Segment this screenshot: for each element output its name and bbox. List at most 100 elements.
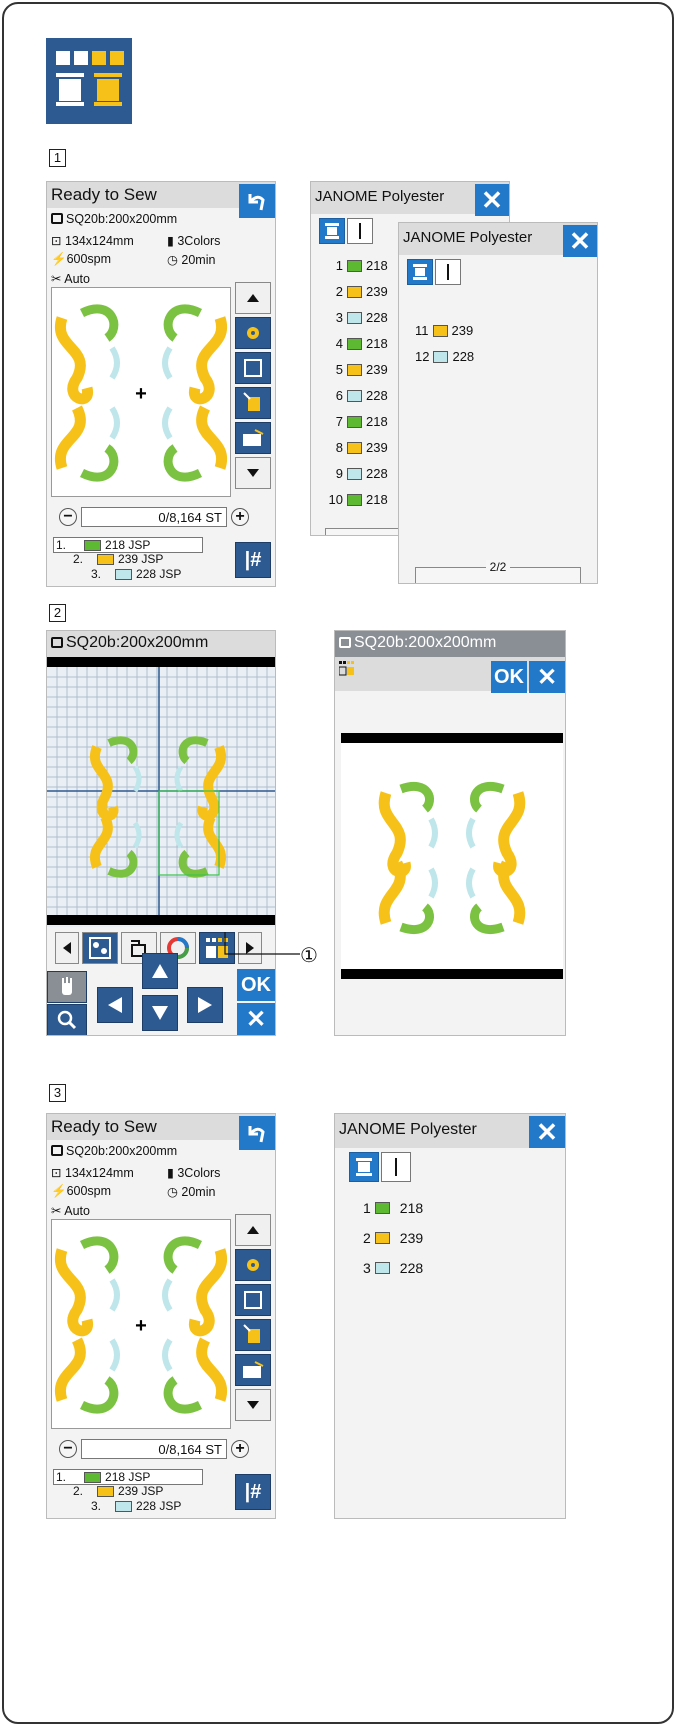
- group-button[interactable]: [82, 932, 118, 964]
- cut-mode: Auto: [64, 1204, 90, 1218]
- tab-thread[interactable]: [319, 218, 345, 244]
- thread-info-button[interactable]: [235, 387, 271, 419]
- color-list-item[interactable]: 2. 239 JSP: [73, 1484, 163, 1498]
- center-cross: +: [135, 1315, 147, 1337]
- stitch-count: 0/8,164 ST: [81, 1439, 227, 1459]
- color-swatch: [374, 1232, 390, 1244]
- thread-row: 3 228: [363, 1260, 424, 1276]
- ready-to-sew-screen-2: Ready to Sew SQ20b:200x200mm ⊡ 134x124mm…: [46, 1113, 276, 1519]
- star-flower-icon: [247, 1259, 259, 1271]
- spool-icon: [356, 1158, 372, 1176]
- trace-button[interactable]: [235, 1249, 271, 1281]
- design-size: 134x124mm: [64, 234, 134, 248]
- hand-button[interactable]: [47, 971, 87, 1003]
- minus-button[interactable]: −: [59, 1440, 77, 1458]
- thread-row: 9 228: [335, 466, 388, 481]
- scissors-icon: ✂: [51, 1204, 65, 1218]
- edit-screen: SQ20b:200x200mm OK ✕: [46, 630, 276, 1036]
- prev-page-button[interactable]: [55, 932, 79, 964]
- minus-button[interactable]: −: [59, 508, 77, 526]
- back-button[interactable]: [239, 1116, 275, 1150]
- envelope-arrow-icon: [243, 1361, 264, 1378]
- color-swatch: [347, 311, 362, 324]
- ok-button[interactable]: OK: [237, 969, 275, 1001]
- needle-icon: [447, 264, 449, 280]
- move-up-button[interactable]: [142, 953, 178, 989]
- triangle-down-icon: [247, 1401, 259, 1409]
- color-list-item[interactable]: 2. 239 JSP: [73, 552, 163, 566]
- color-list[interactable]: 1. 218 JSP 2. 239 JSP 3. 228 JSP: [51, 535, 211, 585]
- star-flower-icon: [247, 327, 259, 339]
- move-left-button[interactable]: [97, 987, 133, 1023]
- scroll-down-button[interactable]: [235, 1389, 271, 1421]
- color-grouping-icon: [46, 38, 132, 124]
- frame-corners-icon: [244, 1291, 262, 1309]
- plus-button[interactable]: +: [231, 1440, 249, 1458]
- plus-button[interactable]: +: [231, 508, 249, 526]
- color-list-item[interactable]: 3. 228 JSP: [91, 567, 181, 581]
- color-swatch: [97, 1485, 115, 1497]
- move-right-button[interactable]: [187, 987, 223, 1023]
- tab-needle[interactable]: [435, 259, 461, 285]
- scroll-up-button[interactable]: [235, 282, 271, 314]
- color-swatch: [347, 285, 362, 298]
- tab-thread[interactable]: [407, 259, 433, 285]
- scroll-down-button[interactable]: [235, 457, 271, 489]
- cut-mode: Auto: [64, 272, 90, 286]
- color-list-item[interactable]: 1. 218 JSP: [53, 1469, 203, 1485]
- stitch-jump-button[interactable]: |#: [235, 1474, 271, 1510]
- hoop-icon: [51, 1145, 63, 1156]
- cancel-button[interactable]: ✕: [237, 1003, 275, 1035]
- stitch-jump-button[interactable]: |#: [235, 542, 271, 578]
- arrow-right-icon: [198, 997, 212, 1013]
- color-list[interactable]: 1. 218 JSP 2. 239 JSP 3. 228 JSP: [51, 1467, 211, 1517]
- thread-info-button[interactable]: [235, 1319, 271, 1351]
- cancel-button[interactable]: ✕: [529, 661, 565, 693]
- color-list-item[interactable]: 1. 218 JSP: [53, 537, 203, 553]
- jog-button[interactable]: [235, 1284, 271, 1316]
- ready-to-sew-screen-1: Ready to Sew SQ20b:200x200mm ⊡ 134x124mm…: [46, 181, 276, 587]
- color-list-item[interactable]: 3. 228 JSP: [91, 1499, 181, 1513]
- color-swatch: [347, 441, 362, 454]
- sewing-time: 20min: [181, 253, 216, 267]
- color-swatch: [347, 363, 362, 376]
- close-button[interactable]: ✕: [563, 225, 597, 257]
- hoop-icon: [51, 637, 63, 648]
- hearts-group-icon: [89, 937, 111, 959]
- ok-button[interactable]: OK: [491, 661, 527, 693]
- sewing-time: 20min: [181, 1185, 216, 1199]
- return-icon: [248, 194, 265, 211]
- tab-thread[interactable]: [349, 1152, 379, 1182]
- zoom-button[interactable]: [47, 1004, 87, 1035]
- design-size-icon: ⊡: [51, 234, 65, 248]
- move-down-button[interactable]: [142, 995, 178, 1031]
- close-button[interactable]: ✕: [475, 184, 509, 216]
- edit-canvas[interactable]: [47, 657, 275, 927]
- tab-needle[interactable]: [381, 1152, 411, 1182]
- color-swatch: [347, 415, 362, 428]
- spool-pencil-icon: [243, 1324, 260, 1343]
- frame-corners-icon: [244, 359, 262, 377]
- save-button[interactable]: [235, 422, 271, 454]
- color-swatch: [347, 389, 362, 402]
- back-button[interactable]: [239, 184, 275, 218]
- spool-pencil-icon: [243, 392, 260, 411]
- close-button[interactable]: ✕: [529, 1116, 565, 1148]
- tab-needle[interactable]: [347, 218, 373, 244]
- thread-row: 8 239: [335, 440, 388, 455]
- trace-button[interactable]: [235, 317, 271, 349]
- thread-row: 11 239: [415, 323, 474, 338]
- sewing-speed: 600spm: [66, 252, 112, 266]
- callout-number: ①: [300, 945, 318, 967]
- color-swatch: [347, 337, 362, 350]
- color-swatch: [347, 259, 362, 272]
- hoop-size: SQ20b:200x200mm: [66, 212, 178, 226]
- thread-row: 6 228: [335, 388, 388, 403]
- color-swatch: [347, 493, 362, 506]
- save-button[interactable]: [235, 1354, 271, 1386]
- speed-icon: ⚡: [51, 252, 67, 266]
- scroll-up-button[interactable]: [235, 1214, 271, 1246]
- arrow-down-icon: [152, 1006, 168, 1020]
- jog-button[interactable]: [235, 352, 271, 384]
- center-cross: +: [135, 383, 147, 405]
